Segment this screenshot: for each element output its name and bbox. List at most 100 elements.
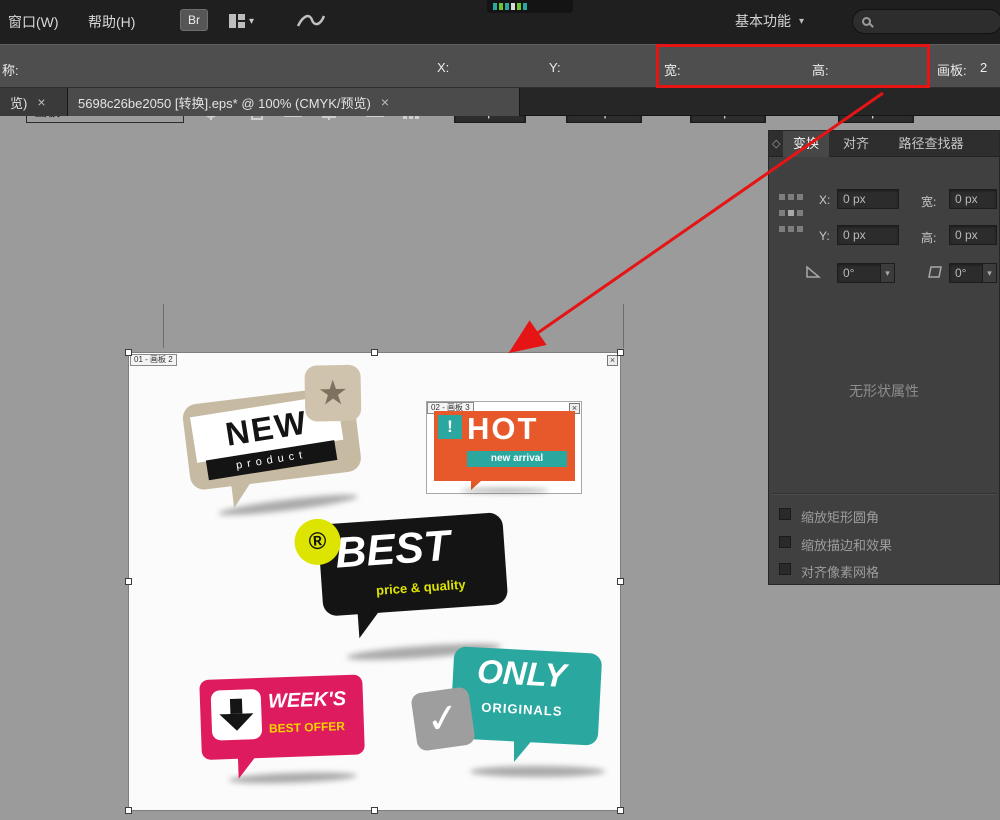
document-tab-bar: 览) × 5698c26be2050 [转换].eps* @ 100% (CMY… (0, 88, 1000, 116)
panel-divider (773, 493, 997, 495)
speech-bubble: WEEK'S BEST OFFER (199, 674, 365, 760)
badge-title: BEST (333, 518, 451, 582)
menu-window[interactable]: 窗口(W) (8, 12, 59, 32)
rotate-angle-icon (805, 265, 821, 279)
no-shape-properties-text: 无形状属性 (769, 381, 999, 401)
document-tab-label: 览) (10, 93, 27, 112)
menu-bar: 窗口(W) 帮助(H) Br ▾ 基本功能 ▾ (0, 0, 1000, 44)
delete-artboard-icon[interactable]: × (607, 355, 618, 366)
crop-mark (163, 304, 164, 348)
scale-corners-checkbox[interactable] (779, 508, 791, 520)
rotate-angle-value: 0° (843, 266, 854, 280)
height-label: 高: (812, 60, 829, 79)
star-icon: ★ (304, 365, 361, 422)
selection-handle[interactable] (125, 807, 132, 814)
panel-height-field[interactable]: 0 px (949, 225, 997, 245)
badge-shadow (470, 766, 605, 777)
badge-subtitle: new arrival (467, 451, 567, 467)
dock-color-chip (499, 3, 503, 10)
badge-best[interactable]: BEST price & quality ® (289, 506, 519, 671)
badge-title: HOT (467, 409, 538, 449)
align-pixel-grid-label: 对齐像素网格 (801, 562, 879, 581)
document-tab-active[interactable]: 5698c26be2050 [转换].eps* @ 100% (CMYK/预览)… (68, 88, 520, 116)
badge-subtitle: ORIGINALS (481, 700, 563, 719)
close-icon[interactable]: × (37, 95, 45, 109)
selection-handle[interactable] (617, 807, 624, 814)
exclamation-icon: ! (438, 415, 462, 439)
artboard-2[interactable]: 01 - 画板 2 × NEW product ★ 02 - 画板 3 × ! … (128, 352, 621, 811)
badge-subtitle: BEST OFFER (269, 719, 345, 736)
selection-handle[interactable] (371, 349, 378, 356)
reference-point-icon[interactable] (778, 193, 804, 233)
bubble-tail (238, 756, 257, 779)
panel-x-label: X: (819, 193, 830, 207)
workspace-label: 基本功能 (735, 11, 791, 31)
artboards-count-label: 画板: (937, 60, 967, 79)
badge-new-product[interactable]: NEW product ★ (173, 358, 405, 533)
dropdown-icon[interactable]: ▾ (982, 264, 996, 282)
artboards-count-value: 2 (980, 60, 987, 75)
dock-color-chip (493, 3, 497, 10)
bubble-tail (358, 611, 382, 638)
artboard-3[interactable]: 02 - 画板 3 × ! HOT new arrival (426, 401, 582, 494)
document-tab-partial[interactable]: 览) × (0, 88, 68, 116)
badge-title: WEEK'S (268, 688, 347, 714)
align-pixel-grid-checkbox[interactable] (779, 563, 791, 575)
shear-angle-select[interactable]: 0° ▾ (949, 263, 997, 283)
panel-x-field[interactable]: 0 px (837, 189, 899, 209)
dropdown-icon: ▾ (799, 16, 804, 27)
scale-corners-label: 缩放矩形圆角 (801, 507, 879, 526)
panel-y-field[interactable]: 0 px (837, 225, 899, 245)
speech-bubble: BEST price & quality (317, 512, 508, 617)
minimized-dock-strip[interactable] (487, 0, 573, 13)
down-arrow-icon (230, 699, 243, 714)
panel-width-label: 宽: (921, 193, 936, 210)
selection-handle[interactable] (617, 578, 624, 585)
search-input[interactable] (852, 9, 1000, 34)
rotate-angle-select[interactable]: 0° ▾ (837, 263, 895, 283)
bridge-button[interactable]: Br (180, 9, 208, 31)
stylus-button[interactable] (296, 9, 326, 33)
dock-color-chip (523, 3, 527, 10)
badge-subtitle: price & quality (376, 577, 466, 598)
tab-pathfinder[interactable]: 路径查找器 (883, 131, 979, 157)
panel-header: ◇ 变换 对齐 路径查找器 (769, 131, 999, 157)
collapse-panel-icon[interactable]: ◇ (772, 137, 780, 150)
close-icon[interactable]: × (381, 95, 389, 109)
dock-color-chip (517, 3, 521, 10)
selection-handle[interactable] (125, 578, 132, 585)
shear-angle-value: 0° (955, 266, 966, 280)
dock-color-chip (511, 3, 515, 10)
shear-angle-icon (927, 265, 943, 279)
stylus-icon (296, 10, 326, 32)
artboard-name-label: 称: (2, 60, 19, 79)
x-label: X: (437, 60, 449, 75)
panel-y-label: Y: (819, 229, 830, 243)
arrange-documents-button[interactable]: ▾ (228, 9, 254, 33)
dropdown-icon[interactable]: ▾ (880, 264, 894, 282)
selection-handle[interactable] (617, 349, 624, 356)
grid-layout-icon (228, 13, 246, 29)
workspace-switcher[interactable]: 基本功能 ▾ (735, 11, 804, 31)
badge-title: ONLY (476, 649, 567, 698)
transform-panel: ◇ 变换 对齐 路径查找器 X: 0 px 宽: 0 px Y: 0 px 高:… (768, 130, 1000, 585)
scale-strokes-checkbox[interactable] (779, 536, 791, 548)
selection-handle[interactable] (371, 807, 378, 814)
dock-color-chip (505, 3, 509, 10)
panel-width-field[interactable]: 0 px (949, 189, 997, 209)
arrow-tile (211, 689, 263, 741)
badge-only[interactable]: ONLY ORIGINALS ✓ (414, 648, 609, 783)
tab-transform[interactable]: 变换 (783, 131, 829, 157)
document-tab-label: 5698c26be2050 [转换].eps* @ 100% (CMYK/预览) (78, 93, 371, 112)
bubble-tail (231, 482, 254, 508)
badge-weeks[interactable]: WEEK'S BEST OFFER (199, 674, 378, 785)
tab-align[interactable]: 对齐 (835, 131, 877, 157)
y-label: Y: (549, 60, 561, 75)
menu-help[interactable]: 帮助(H) (88, 12, 135, 32)
selection-handle[interactable] (125, 349, 132, 356)
badge-hot[interactable]: ! HOT new arrival (434, 411, 575, 481)
width-label: 宽: (664, 60, 681, 79)
scale-strokes-label: 缩放描边和效果 (801, 535, 892, 554)
bubble-tail (514, 738, 534, 762)
dropdown-icon: ▾ (249, 16, 254, 27)
